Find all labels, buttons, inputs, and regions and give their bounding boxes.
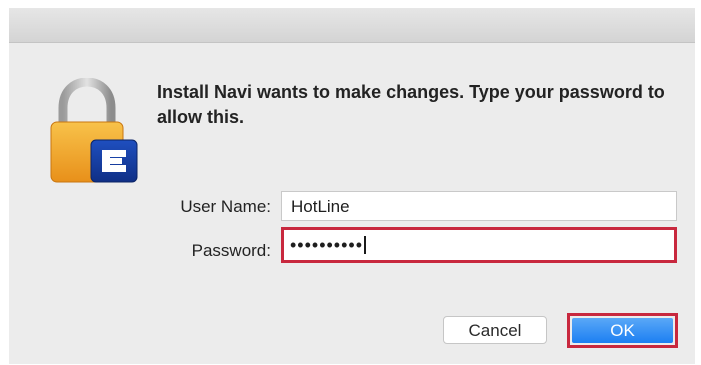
authentication-dialog: Install Navi wants to make changes. Type… <box>9 8 695 364</box>
username-field[interactable]: HotLine <box>281 191 677 221</box>
username-value: HotLine <box>291 197 350 216</box>
password-value: •••••••••• <box>290 235 364 255</box>
password-field[interactable]: •••••••••• <box>281 227 677 263</box>
lock-icon <box>49 77 141 184</box>
lock-icon-graphic <box>50 77 138 183</box>
ok-button[interactable]: OK <box>567 313 678 348</box>
cancel-button[interactable]: Cancel <box>443 316 547 344</box>
dialog-title-bar[interactable] <box>9 8 695 43</box>
screenshot-canvas: Install Navi wants to make changes. Type… <box>0 0 701 365</box>
dialog-message: Install Navi wants to make changes. Type… <box>157 82 665 127</box>
ok-button-label: OK <box>572 318 673 343</box>
text-cursor <box>364 236 367 254</box>
password-label: Password: <box>191 241 271 260</box>
username-label: User Name: <box>180 197 271 216</box>
